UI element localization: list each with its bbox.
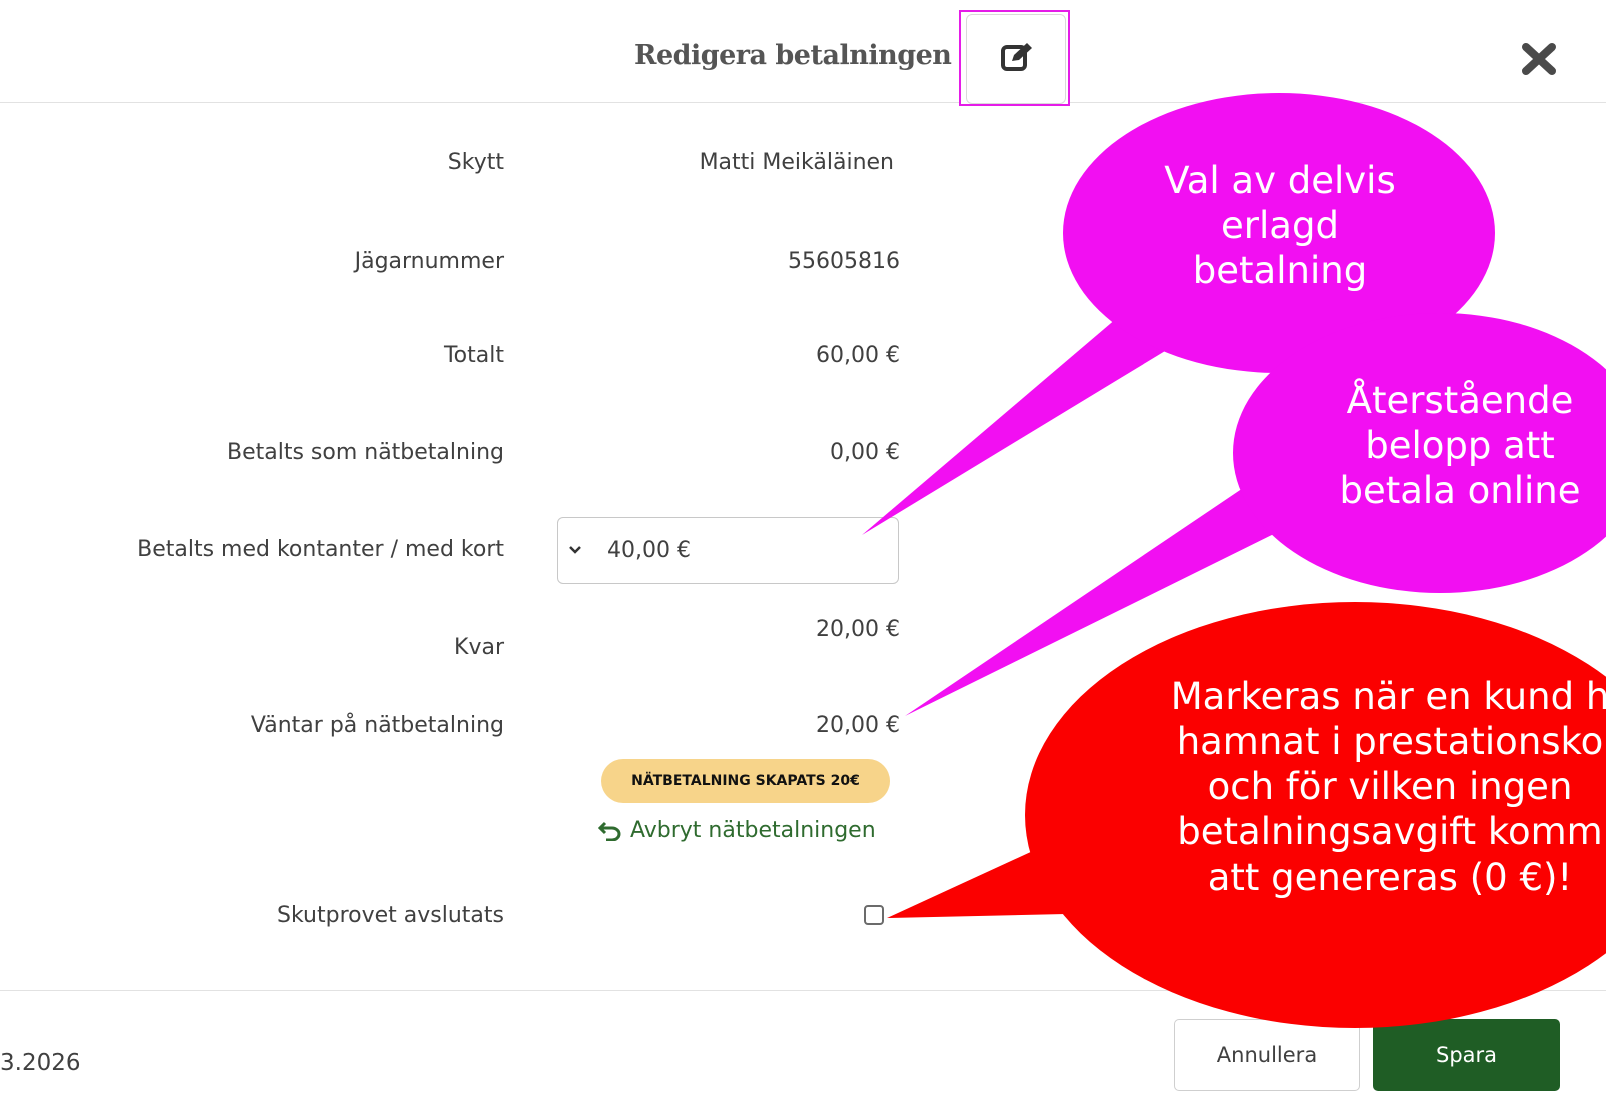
annotation-3-line: och för vilken ingen	[1207, 765, 1573, 809]
annotation-1-text: Val av delvis erlagd betalning	[1120, 158, 1440, 293]
annotation-3-clip: Markeras när en kund h hamnat i prestati…	[1030, 600, 1606, 1000]
annotation-3-line: betalningsavgift komm	[1177, 810, 1603, 854]
annotation-3-line: Markeras när en kund h	[1170, 675, 1606, 718]
annotation-2-line: Återstående	[1346, 379, 1574, 422]
annotation-1-line: betalning	[1192, 249, 1368, 293]
annotation-3-line: att genereras (0 €)!	[1207, 855, 1573, 899]
annotation-1-line: erlagd	[1221, 204, 1339, 248]
annotation-2-line: betala online	[1339, 469, 1581, 513]
annotation-2-line: belopp att	[1365, 424, 1555, 468]
annotation-2-text: Återstående belopp att betala online	[1310, 378, 1606, 513]
annotation-3-text: Markeras när en kund h hamnat i prestati…	[1120, 674, 1606, 900]
annotation-3-line: hamnat i prestationsko	[1176, 720, 1604, 764]
annotation-1-line: Val av delvis	[1164, 159, 1396, 202]
